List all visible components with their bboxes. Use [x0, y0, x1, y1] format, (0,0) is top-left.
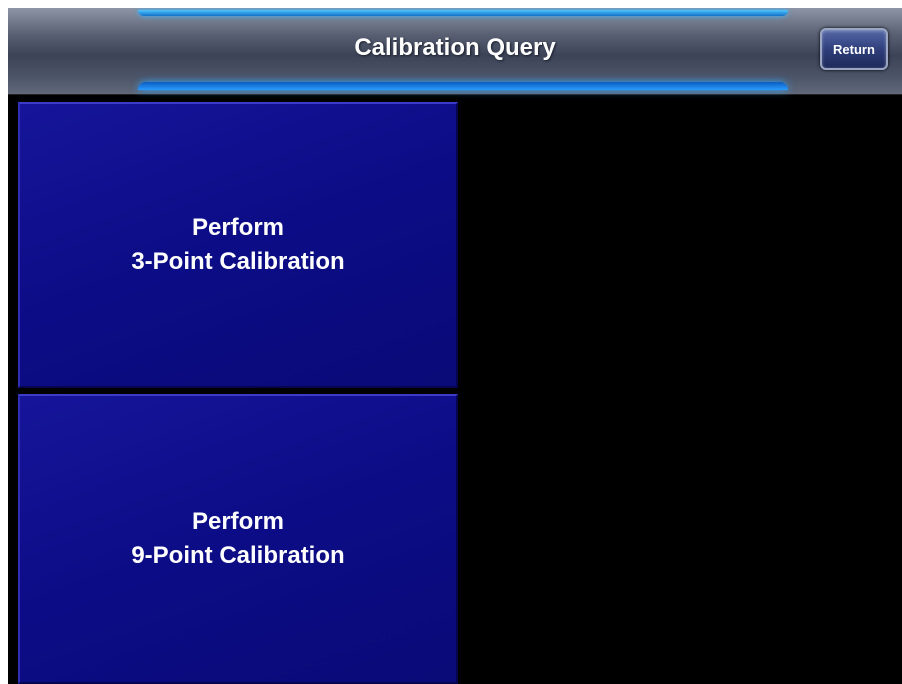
button-label-line2: 3-Point Calibration: [131, 248, 345, 275]
button-label-line1: Perform: [191, 508, 285, 535]
button-label-line2: 9-Point Calibration: [131, 542, 345, 569]
header-bar: Calibration Query Return: [8, 8, 902, 95]
header-top-glow: [138, 10, 788, 16]
perform-3-point-calibration-button[interactable]: Perform 3-Point Calibration: [18, 102, 458, 388]
perform-9-point-calibration-button[interactable]: Perform 9-Point Calibration: [18, 394, 458, 684]
return-button[interactable]: Return: [820, 28, 888, 70]
calibration-screen: Calibration Query Return Perform 3-Point…: [8, 8, 902, 684]
page-title: Calibration Query: [354, 34, 556, 61]
header-bottom-glow: [138, 82, 788, 90]
button-label-line1: Perform: [191, 214, 285, 241]
